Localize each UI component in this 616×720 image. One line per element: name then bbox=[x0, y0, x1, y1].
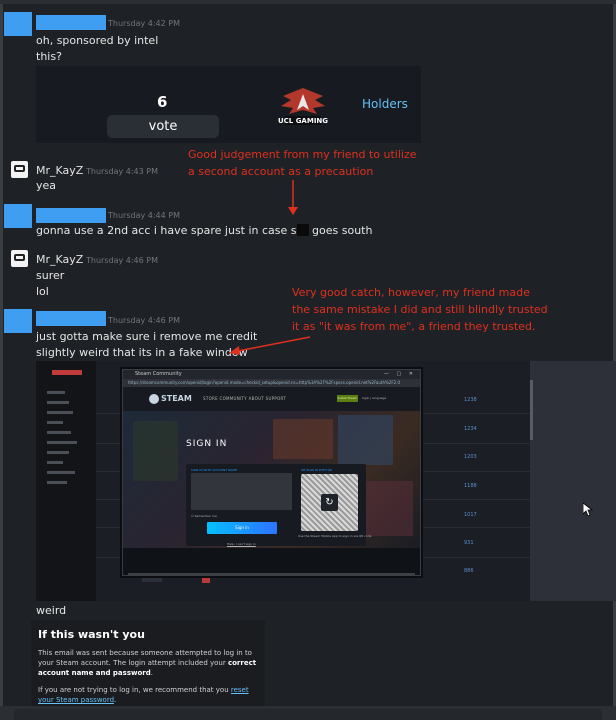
table-value: 886 bbox=[464, 568, 474, 574]
annotation-line: it as "it was from me", a friend they tr… bbox=[292, 320, 536, 333]
logo-text: UCL GAMING bbox=[278, 117, 328, 125]
message-timestamp: Thursday 4:46 PM bbox=[86, 256, 158, 265]
message-text: gonna use a 2nd acc i have spare just in… bbox=[36, 224, 372, 237]
email-text: If you are not trying to log in, we reco… bbox=[38, 686, 231, 694]
window-footer bbox=[123, 548, 420, 575]
credentials-field-redacted[interactable] bbox=[191, 473, 292, 510]
steam-logo-icon bbox=[149, 394, 159, 404]
signin-hero: SIGN IN SIGN IN WITH ACCOUNT NAME ☑ Reme… bbox=[123, 411, 420, 548]
message-text-start: gonna use a 2nd acc i have spare just in… bbox=[36, 224, 297, 237]
qr-caption: Use the Steam Mobile App to sign in via … bbox=[298, 534, 372, 538]
redacted-word bbox=[296, 224, 309, 236]
redacted-avatar bbox=[4, 309, 32, 333]
annotation-note: Very good catch, however, my friend made… bbox=[292, 284, 548, 335]
email-paragraph: If you are not trying to log in, we reco… bbox=[38, 685, 264, 705]
username[interactable]: Mr_KayZ bbox=[36, 164, 83, 177]
holders-label[interactable]: Holders bbox=[362, 97, 408, 111]
top-bar bbox=[0, 0, 616, 4]
message-timestamp: Thursday 4:44 PM bbox=[108, 211, 180, 220]
window-scrollbar[interactable] bbox=[128, 573, 415, 576]
help-link[interactable]: Help, I can't sign in bbox=[227, 542, 256, 546]
annotation-note: Good judgement from my friend to utilize… bbox=[188, 146, 417, 180]
embed-tab bbox=[202, 577, 210, 583]
login-link[interactable]: login | language bbox=[362, 396, 386, 400]
message-text: surer bbox=[36, 269, 65, 282]
message-timestamp: Thursday 4:46 PM bbox=[108, 316, 180, 325]
signin-button[interactable]: Sign in bbox=[207, 522, 277, 534]
message-text: this? bbox=[36, 50, 62, 63]
message-text: lol bbox=[36, 285, 49, 298]
embed-scroll-rail bbox=[530, 380, 533, 440]
embed-side-panel bbox=[530, 361, 616, 601]
annotation-line: the same mistake I did and still blindly… bbox=[292, 303, 548, 316]
message-text: just gotta make sure i remove me credit bbox=[36, 330, 258, 343]
message-timestamp: Thursday 4:43 PM bbox=[86, 167, 158, 176]
vote-button[interactable]: vote bbox=[107, 115, 219, 138]
table-value: 1234 bbox=[464, 426, 477, 432]
window-controls[interactable]: — ▢ ✕ bbox=[384, 371, 416, 377]
signin-form: SIGN IN WITH ACCOUNT NAME ☑ Remember me … bbox=[186, 464, 372, 546]
annotation-line: a second account as a precaution bbox=[188, 165, 374, 178]
steam-nav: STEAM STORE COMMUNITY ABOUT SUPPORT Inst… bbox=[123, 387, 420, 411]
table-value: 1017 bbox=[464, 512, 477, 518]
ucl-gaming-logo: UCL GAMING bbox=[278, 88, 328, 125]
annotation-line: Good judgement from my friend to utilize bbox=[188, 148, 417, 161]
window-title: Steam Community bbox=[135, 371, 182, 377]
message-input-bar bbox=[0, 706, 616, 720]
username[interactable]: Mr_KayZ bbox=[36, 253, 83, 266]
message-text: weird bbox=[36, 604, 67, 617]
signin-title: SIGN IN bbox=[186, 439, 228, 449]
email-text: . bbox=[114, 696, 117, 704]
address-url: https://steamcommunity.com/openid/login?… bbox=[128, 380, 401, 385]
site-sidebar bbox=[36, 361, 96, 601]
redacted-username bbox=[36, 311, 106, 326]
message-text: oh, sponsored by intel bbox=[36, 34, 159, 47]
email-title: If this wasn't you bbox=[38, 628, 145, 641]
annotation-line: Very good catch, however, my friend made bbox=[292, 286, 530, 299]
user-avatar[interactable] bbox=[11, 161, 28, 178]
qr-label: OR SIGN IN WITH QR bbox=[301, 468, 333, 472]
message-text: slightly weird that its in a fake window bbox=[36, 346, 248, 359]
address-bar[interactable]: https://steamcommunity.com/openid/login?… bbox=[123, 379, 420, 387]
user-avatar[interactable] bbox=[11, 250, 28, 267]
refresh-icon[interactable]: ↻ bbox=[321, 494, 338, 511]
steam-nav-links[interactable]: STORE COMMUNITY ABOUT SUPPORT bbox=[203, 396, 286, 401]
site-logo bbox=[52, 370, 82, 375]
redacted-username bbox=[36, 208, 106, 223]
message-text: yea bbox=[36, 179, 57, 192]
redacted-avatar bbox=[4, 12, 32, 36]
embed-tag bbox=[142, 577, 162, 582]
table-value: 931 bbox=[464, 540, 474, 546]
email-text: . bbox=[150, 669, 153, 677]
account-name-label: SIGN IN WITH ACCOUNT NAME bbox=[191, 468, 237, 472]
remember-me-label: Remember me bbox=[194, 514, 217, 518]
redacted-username bbox=[36, 15, 106, 30]
install-steam-button[interactable]: Install Steam bbox=[337, 395, 358, 402]
table-value: 1188 bbox=[464, 483, 477, 489]
qr-code: ↻ bbox=[301, 474, 358, 531]
email-paragraph: This email was sent because someone atte… bbox=[38, 648, 264, 678]
mouse-cursor-icon bbox=[583, 503, 593, 517]
steam-wordmark: STEAM bbox=[161, 394, 192, 403]
message-timestamp: Thursday 4:42 PM bbox=[108, 19, 180, 28]
message-text-end: goes south bbox=[312, 224, 373, 237]
remember-me-checkbox[interactable]: ☑ Remember me bbox=[191, 514, 217, 518]
redacted-avatar bbox=[4, 204, 32, 228]
window-titlebar[interactable]: Steam Community — ▢ ✕ bbox=[123, 370, 420, 379]
email-screenshot: If this wasn't you This email was sent b… bbox=[31, 620, 265, 712]
message-input[interactable] bbox=[14, 709, 602, 720]
vote-count: 6 bbox=[157, 93, 168, 111]
table-value: 1238 bbox=[464, 397, 477, 403]
embed-card: 6 vote UCL GAMING Holders bbox=[36, 66, 421, 143]
email-text: This email was sent because someone atte… bbox=[38, 649, 252, 667]
table-value: 1203 bbox=[464, 454, 477, 460]
fake-steam-login-window[interactable]: Steam Community — ▢ ✕ https://steamcommu… bbox=[122, 369, 421, 576]
